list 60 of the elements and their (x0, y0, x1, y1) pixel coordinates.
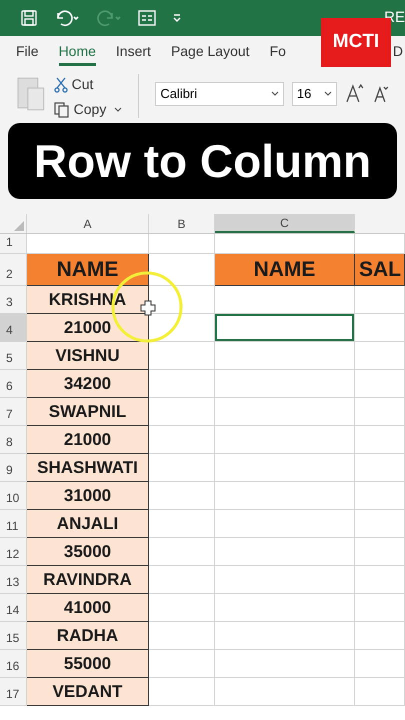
caret-icon (324, 91, 332, 97)
cell-text: 31000 (64, 484, 112, 507)
cell-text: RAVINDRA (43, 568, 132, 591)
caption-text: Row to Column (34, 134, 372, 188)
cell-text: ANJALI (56, 512, 118, 535)
ribbon-tab[interactable]: Insert (116, 40, 151, 66)
row-header[interactable]: 14 (0, 594, 27, 622)
save-icon[interactable] (20, 9, 38, 27)
column-header[interactable]: A (27, 214, 149, 233)
row-header[interactable]: 4 (0, 314, 27, 342)
font-name-field[interactable]: Calibri (155, 82, 284, 106)
cell-text: 35000 (64, 540, 112, 563)
row-header[interactable]: 7 (0, 398, 27, 426)
row-header[interactable]: 8 (0, 426, 27, 454)
row-header[interactable]: 17 (0, 678, 27, 706)
font-size-text: 16 (296, 85, 312, 104)
cell-text: SHASHWATI (37, 456, 138, 479)
ribbon-tab[interactable]: Fo (270, 40, 286, 66)
font-size-field[interactable]: 16 (292, 82, 338, 106)
cell-text: 21000 (64, 316, 112, 339)
cell-text: SWAPNIL (48, 400, 126, 423)
cell-text: NAME (254, 256, 316, 283)
cell-text: 34200 (64, 372, 112, 395)
copy-button[interactable]: Copy (54, 99, 122, 120)
row-header[interactable]: 6 (0, 370, 27, 398)
scissors-icon (54, 76, 68, 92)
row-header[interactable]: 3 (0, 286, 27, 314)
row-header[interactable]: 16 (0, 650, 27, 678)
cell-text: 21000 (64, 428, 112, 451)
cell-text: VEDANT (52, 680, 122, 703)
cut-button[interactable]: Cut (54, 74, 122, 95)
row-header[interactable]: 13 (0, 566, 27, 594)
column-header[interactable]: C (215, 214, 355, 233)
cell-text: SAL (359, 256, 401, 283)
row-header[interactable]: 15 (0, 622, 27, 650)
caret-icon (270, 91, 279, 97)
row-header[interactable]: 12 (0, 538, 27, 566)
row-header[interactable]: 5 (0, 342, 27, 370)
row-header[interactable]: 2 (0, 254, 27, 286)
caret-icon (114, 106, 122, 112)
row-header[interactable]: 1 (0, 234, 27, 254)
cell-text: 41000 (64, 596, 112, 619)
cell-text: 55000 (64, 652, 112, 675)
ribbon-tab[interactable]: D (392, 40, 403, 66)
customize-caret-icon[interactable] (172, 13, 182, 23)
ribbon-tab[interactable]: Page Layout (170, 40, 250, 66)
cell-text: NAME (56, 256, 118, 283)
logo-text: MCTI (332, 30, 380, 54)
ribbon-tab[interactable]: Home (58, 40, 96, 66)
ribbon-tab[interactable]: File (16, 40, 39, 66)
form-icon[interactable] (138, 10, 156, 26)
grow-font-icon[interactable] (345, 82, 366, 104)
cell-text: VISHNU (55, 344, 120, 367)
cell-text: RADHA (56, 624, 118, 647)
triangle-icon (14, 221, 24, 231)
undo-icon[interactable] (54, 9, 80, 27)
row-header[interactable]: 11 (0, 510, 27, 538)
font-name-text: Calibri (160, 85, 198, 104)
row-header[interactable]: 10 (0, 482, 27, 510)
row-header[interactable]: 9 (0, 454, 27, 482)
